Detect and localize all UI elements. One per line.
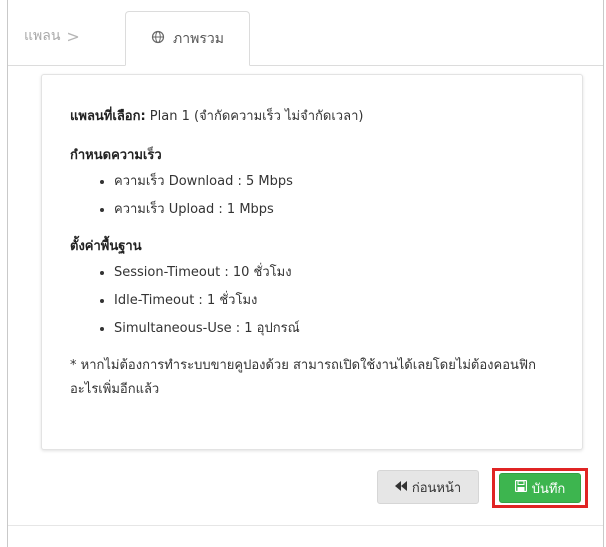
- speed-section-title: กำหนดความเร็ว: [70, 148, 162, 163]
- selected-plan-value: Plan 1 (จำกัดความเร็ว ไม่จำกัดเวลา): [145, 109, 364, 124]
- floppy-disk-icon: [514, 479, 527, 496]
- wizard-tabs: แพลน > ภาพรวม: [8, 11, 603, 66]
- wizard-panel: แพลน > ภาพรวม แพลนที่เลือก: Plan 1 (จำกั…: [7, 0, 604, 547]
- basic-settings-list: Session-Timeout : 10 ชั่วโมง Idle-Timeou…: [70, 261, 562, 338]
- chevron-right-icon: >: [66, 26, 80, 46]
- globe-icon: [151, 30, 165, 48]
- save-button-label: บันทึก: [531, 481, 566, 497]
- list-item: Session-Timeout : 10 ชั่วโมง: [114, 261, 562, 282]
- back-button[interactable]: ก่อนหน้า: [377, 470, 479, 504]
- save-button[interactable]: บันทึก: [499, 473, 581, 503]
- double-chevron-left-icon: [394, 480, 407, 495]
- speed-list: ความเร็ว Download : 5 Mbps ความเร็ว Uplo…: [70, 170, 562, 219]
- list-item: ความเร็ว Upload : 1 Mbps: [114, 198, 562, 219]
- tab-overview[interactable]: ภาพรวม: [125, 11, 250, 66]
- tab-plan-label: แพลน: [24, 28, 61, 44]
- list-item: Idle-Timeout : 1 ชั่วโมง: [114, 289, 562, 310]
- list-item: ความเร็ว Download : 5 Mbps: [114, 170, 562, 191]
- selected-plan-label: แพลนที่เลือก:: [70, 109, 146, 124]
- back-button-label: ก่อนหน้า: [411, 480, 462, 496]
- summary-card: แพลนที่เลือก: Plan 1 (จำกัดความเร็ว ไม่จ…: [41, 74, 583, 450]
- footer-divider: [8, 525, 603, 526]
- tab-overview-label: ภาพรวม: [173, 30, 224, 47]
- basic-settings-title: ตั้งค่าพื้นฐาน: [70, 239, 142, 254]
- list-item: Simultaneous-Use : 1 อุปกรณ์: [114, 317, 562, 338]
- tab-plan[interactable]: แพลน >: [24, 21, 80, 51]
- selected-plan: แพลนที่เลือก: Plan 1 (จำกัดความเร็ว ไม่จ…: [70, 105, 562, 126]
- save-highlight: บันทึก: [492, 468, 588, 508]
- config-note: * หากไม่ต้องการทำระบบขายคูปองด้วย สามารถ…: [70, 358, 536, 397]
